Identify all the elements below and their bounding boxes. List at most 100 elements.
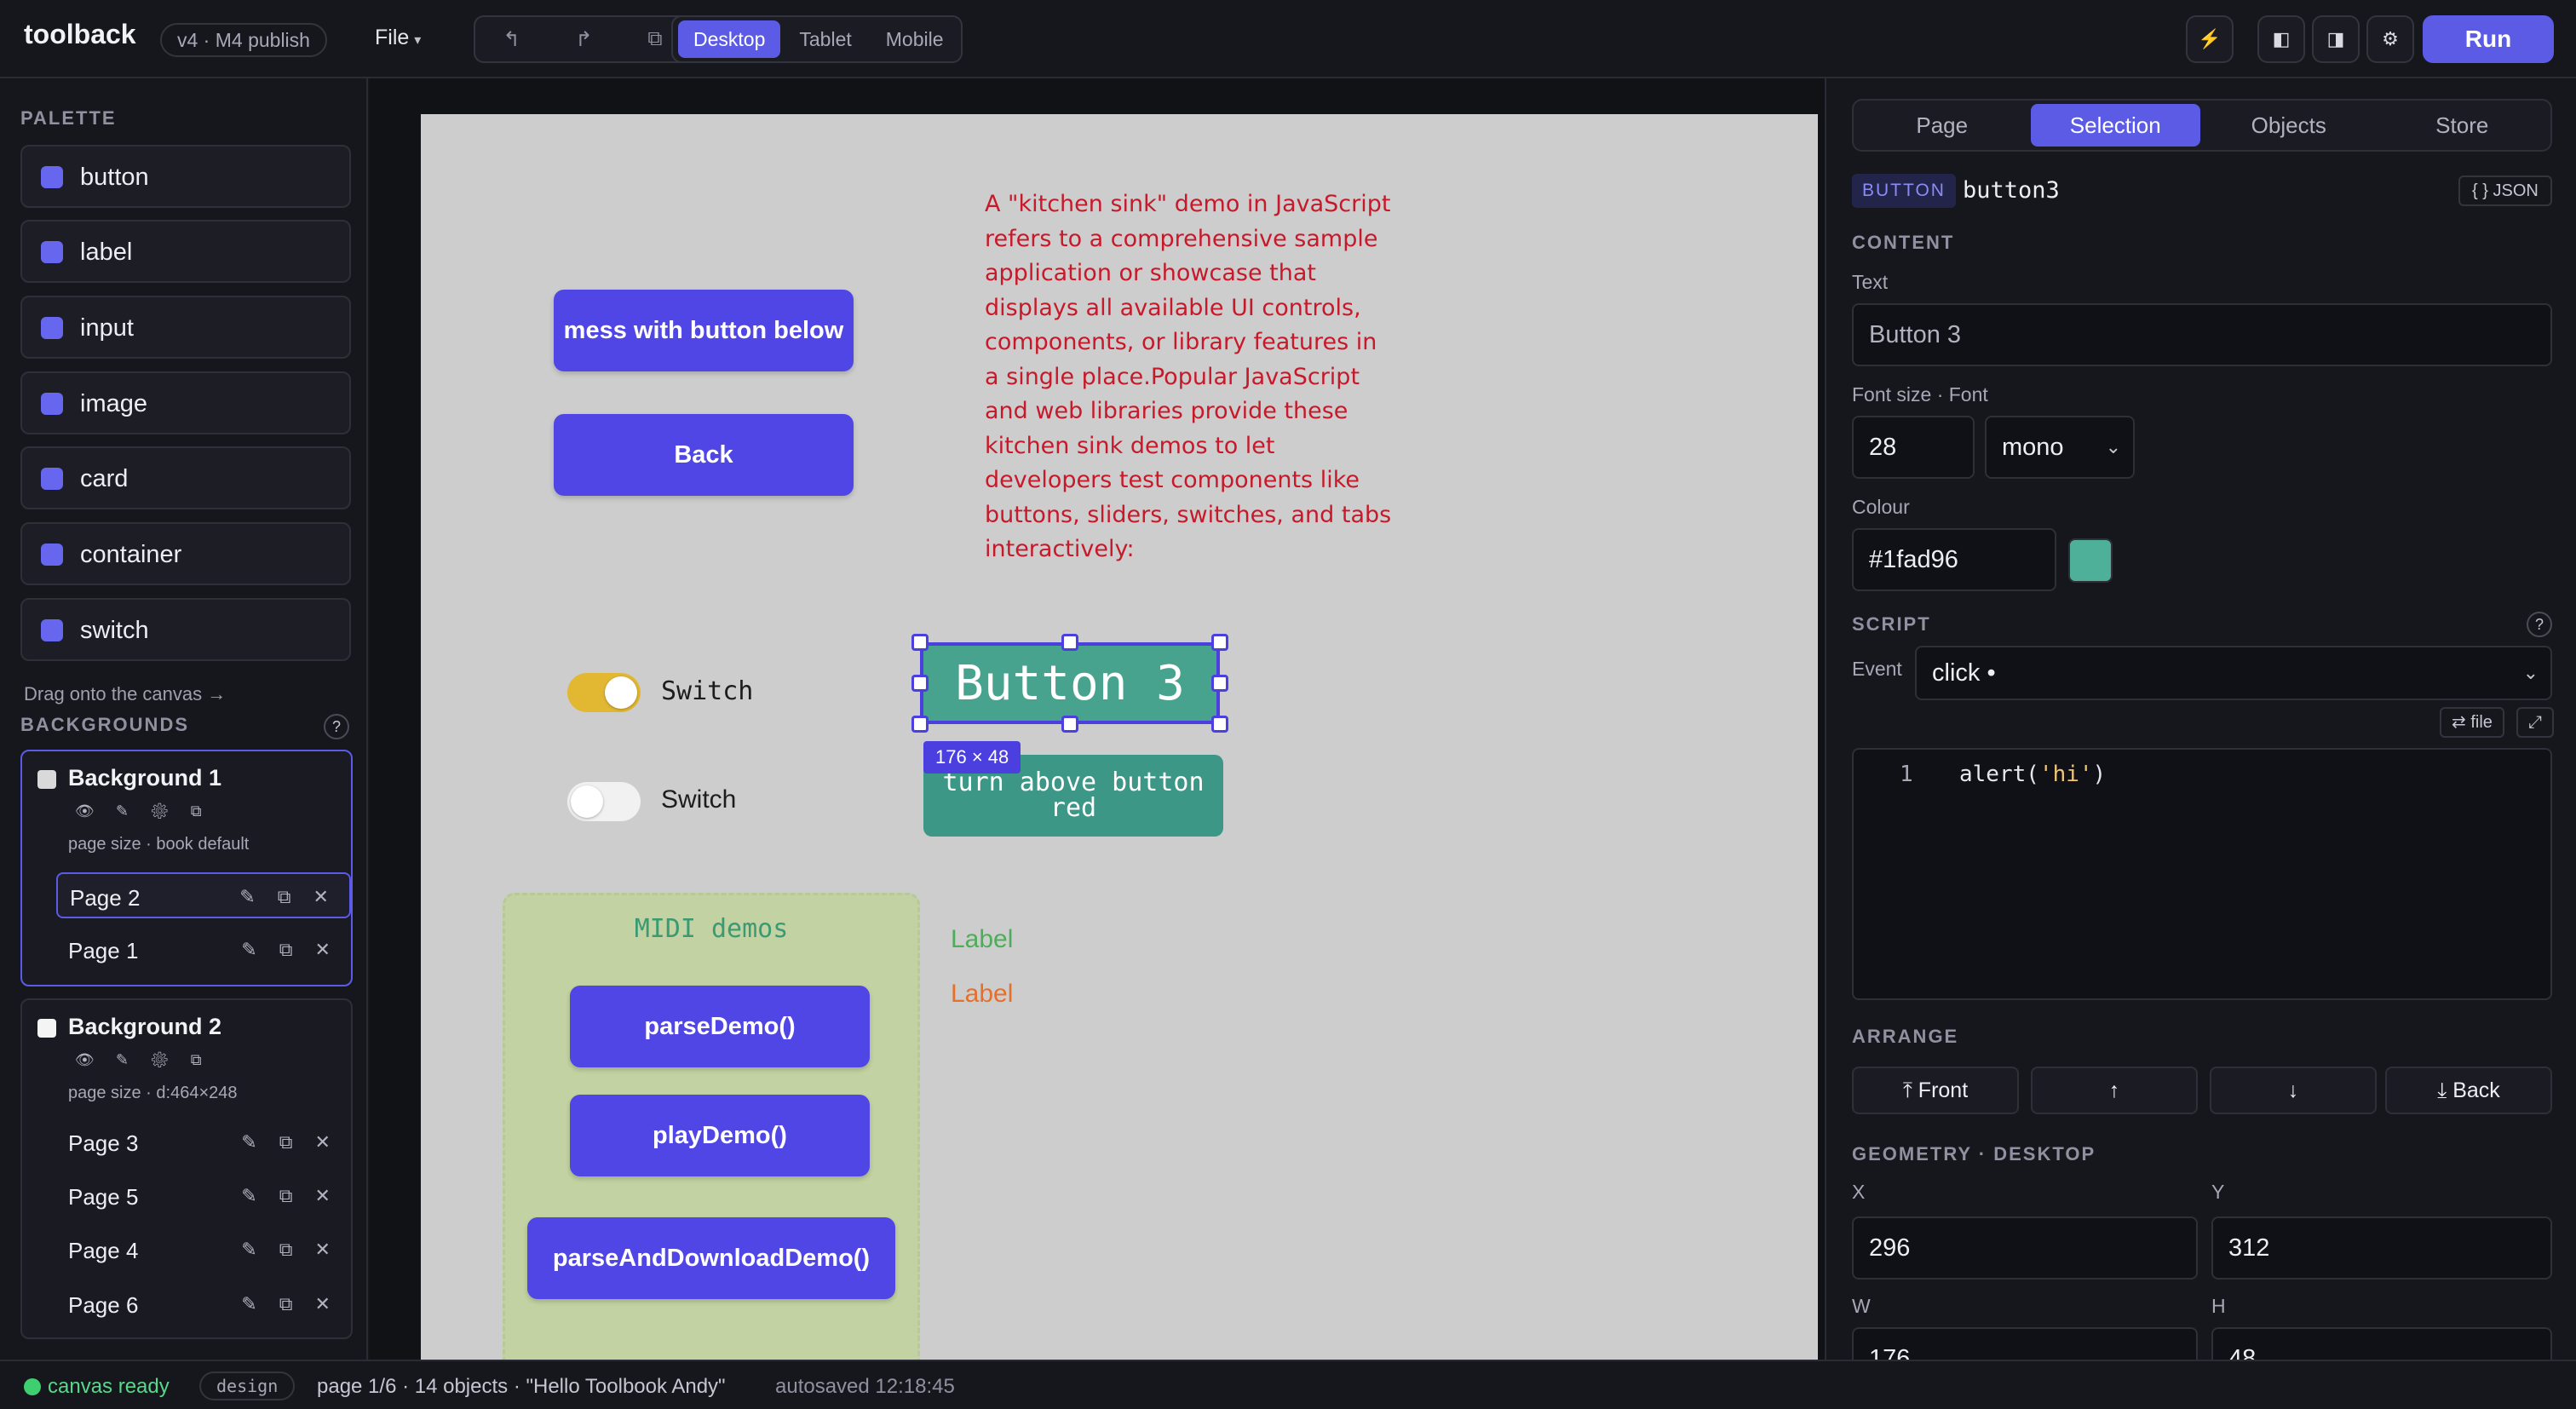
text-input[interactable]: Button 3	[1852, 303, 2552, 366]
switch-label: Switch	[661, 676, 754, 706]
palette-item-label[interactable]: label	[20, 220, 351, 283]
move-down-button[interactable]: ↓	[2210, 1067, 2377, 1114]
device-tablet-button[interactable]: Tablet	[784, 20, 866, 58]
send-to-back-button[interactable]: ⤓ Back	[2385, 1067, 2552, 1114]
background-meta: page size · book default	[68, 835, 250, 854]
parse-and-download-button[interactable]: parseAndDownloadDemo()	[527, 1217, 895, 1299]
switch-on[interactable]	[567, 673, 641, 712]
file-button[interactable]: ⇄ file	[2440, 707, 2504, 738]
background-swatch[interactable]	[37, 770, 56, 789]
file-menu-label[interactable]: File	[375, 26, 409, 49]
tab-selection[interactable]: Selection	[2030, 104, 2200, 147]
page-tools[interactable]: ✎ ⧉ ✕	[241, 1185, 339, 1207]
expand-icon[interactable]: ⤢	[2516, 707, 2554, 738]
page-tools[interactable]: ✎ ⧉ ✕	[239, 886, 337, 908]
colour-input[interactable]: #1fad96	[1852, 528, 2056, 591]
toggle-left-panel-icon[interactable]: ◧	[2257, 15, 2305, 63]
page-row-page-2[interactable]: Page 2 ✎ ⧉ ✕	[56, 872, 351, 918]
tab-objects[interactable]: Objects	[2204, 104, 2374, 147]
background-swatch[interactable]	[37, 1019, 56, 1038]
event-select[interactable]: click • ⌄	[1915, 646, 2552, 700]
object-type-badge: BUTTON	[1852, 174, 1956, 208]
page-row-page-6[interactable]: Page 6 ✎ ⧉ ✕	[56, 1281, 351, 1327]
component-icon	[41, 241, 63, 263]
duplicate-icon[interactable]: ⧉	[647, 27, 662, 51]
background-meta: page size · d:464×248	[68, 1084, 238, 1102]
canvas-page[interactable]: mess with button below Back A "kitchen s…	[421, 114, 1818, 1360]
y-field-label: Y	[2211, 1181, 2225, 1203]
w-input[interactable]: 176	[1852, 1327, 2198, 1360]
palette-item-switch[interactable]: switch	[20, 598, 351, 661]
colour-swatch[interactable]	[2068, 538, 2113, 583]
component-icon	[41, 543, 63, 566]
help-icon[interactable]: ?	[2527, 612, 2552, 637]
switch-off[interactable]	[567, 782, 641, 821]
lightning-icon[interactable]: ⚡	[2186, 15, 2234, 63]
arrange-heading: ARRANGE	[1852, 1026, 1959, 1047]
tab-store[interactable]: Store	[2378, 104, 2548, 147]
palette-item-button[interactable]: button	[20, 145, 351, 208]
undo-icon[interactable]: ↰	[503, 27, 520, 52]
font-size-input[interactable]: 28	[1852, 416, 1975, 479]
resize-handle-ne[interactable]	[1211, 634, 1228, 651]
component-icon	[41, 393, 63, 415]
resize-handle-w[interactable]	[911, 675, 929, 692]
back-button[interactable]: Back	[554, 414, 854, 496]
event-field-label: Event	[1852, 658, 1902, 680]
page-row-page-5[interactable]: Page 5 ✎ ⧉ ✕	[56, 1173, 351, 1219]
device-desktop-button[interactable]: Desktop	[678, 20, 781, 58]
tab-page[interactable]: Page	[1857, 104, 2027, 147]
gear-icon[interactable]: ⚙	[2366, 15, 2414, 63]
page-tools[interactable]: ✎ ⧉ ✕	[241, 1131, 339, 1153]
device-mobile-button[interactable]: Mobile	[871, 20, 959, 58]
y-input[interactable]: 312	[2211, 1216, 2552, 1280]
page-row-page-4[interactable]: Page 4 ✎ ⧉ ✕	[56, 1227, 351, 1273]
label-green[interactable]: Label	[951, 925, 1013, 954]
resize-handle-se[interactable]	[1211, 716, 1228, 733]
content-heading: CONTENT	[1852, 232, 1955, 253]
resize-handle-nw[interactable]	[911, 634, 929, 651]
page-row-page-3[interactable]: Page 3 ✎ ⧉ ✕	[56, 1119, 351, 1165]
page-tools[interactable]: ✎ ⧉ ✕	[241, 939, 339, 961]
inspector-panel: Page Selection Objects Store BUTTON butt…	[1825, 78, 2576, 1360]
page-tools[interactable]: ✎ ⧉ ✕	[241, 1239, 339, 1261]
resize-handle-n[interactable]	[1061, 634, 1078, 651]
background-card-2[interactable]: Background 2 👁 ✎ ⚙ ⧉ page size · d:464×2…	[20, 998, 353, 1339]
background-tools[interactable]: 👁 ✎ ⚙ ⧉	[75, 1051, 210, 1069]
palette-item-container[interactable]: container	[20, 522, 351, 585]
page-row-page-1[interactable]: Page 1 ✎ ⧉ ✕	[56, 927, 351, 973]
page-tools[interactable]: ✎ ⧉ ✕	[241, 1293, 339, 1315]
button-3[interactable]: Button 3	[920, 642, 1220, 724]
font-field-label: Font size · Font	[1852, 383, 1988, 405]
background-name: Background 1	[68, 765, 222, 791]
resize-handle-s[interactable]	[1061, 716, 1078, 733]
script-editor[interactable]: 1 alert('hi')	[1852, 748, 2552, 1000]
redo-icon[interactable]: ↱	[575, 27, 592, 52]
x-input[interactable]: 296	[1852, 1216, 2198, 1280]
h-input[interactable]: 48	[2211, 1327, 2552, 1360]
mode-badge[interactable]: design	[199, 1372, 296, 1400]
background-tools[interactable]: 👁 ✎ ⚙ ⧉	[75, 802, 210, 820]
move-up-button[interactable]: ↑	[2031, 1067, 2198, 1114]
mess-with-button[interactable]: mess with button below	[554, 290, 854, 371]
toggle-right-panel-icon[interactable]: ◨	[2312, 15, 2360, 63]
code-close: )	[2092, 762, 2107, 787]
resize-handle-sw[interactable]	[911, 716, 929, 733]
colour-field-label: Colour	[1852, 496, 1910, 518]
bring-to-front-button[interactable]: ⤒ Front	[1852, 1067, 2019, 1114]
resize-handle-e[interactable]	[1211, 675, 1228, 692]
palette-item-input[interactable]: input	[20, 296, 351, 359]
background-card-1[interactable]: Background 1 👁 ✎ ⚙ ⧉ page size · book de…	[20, 750, 353, 986]
palette-item-image[interactable]: image	[20, 371, 351, 434]
palette-item-card[interactable]: card	[20, 446, 351, 509]
file-menu[interactable]: File ▾	[375, 26, 421, 50]
label-orange[interactable]: Label	[951, 980, 1013, 1009]
font-family-select[interactable]: mono ⌄	[1985, 416, 2135, 479]
inspector-tabs: Page Selection Objects Store	[1852, 99, 2552, 152]
midi-demos-container[interactable]: MIDI demos parseDemo() playDemo() parseA…	[503, 893, 920, 1360]
json-button[interactable]: { } JSON	[2458, 175, 2552, 206]
parse-demo-button[interactable]: parseDemo()	[570, 986, 870, 1067]
run-button[interactable]: Run	[2423, 15, 2554, 63]
help-icon[interactable]: ?	[324, 714, 349, 739]
play-demo-button[interactable]: playDemo()	[570, 1095, 870, 1176]
